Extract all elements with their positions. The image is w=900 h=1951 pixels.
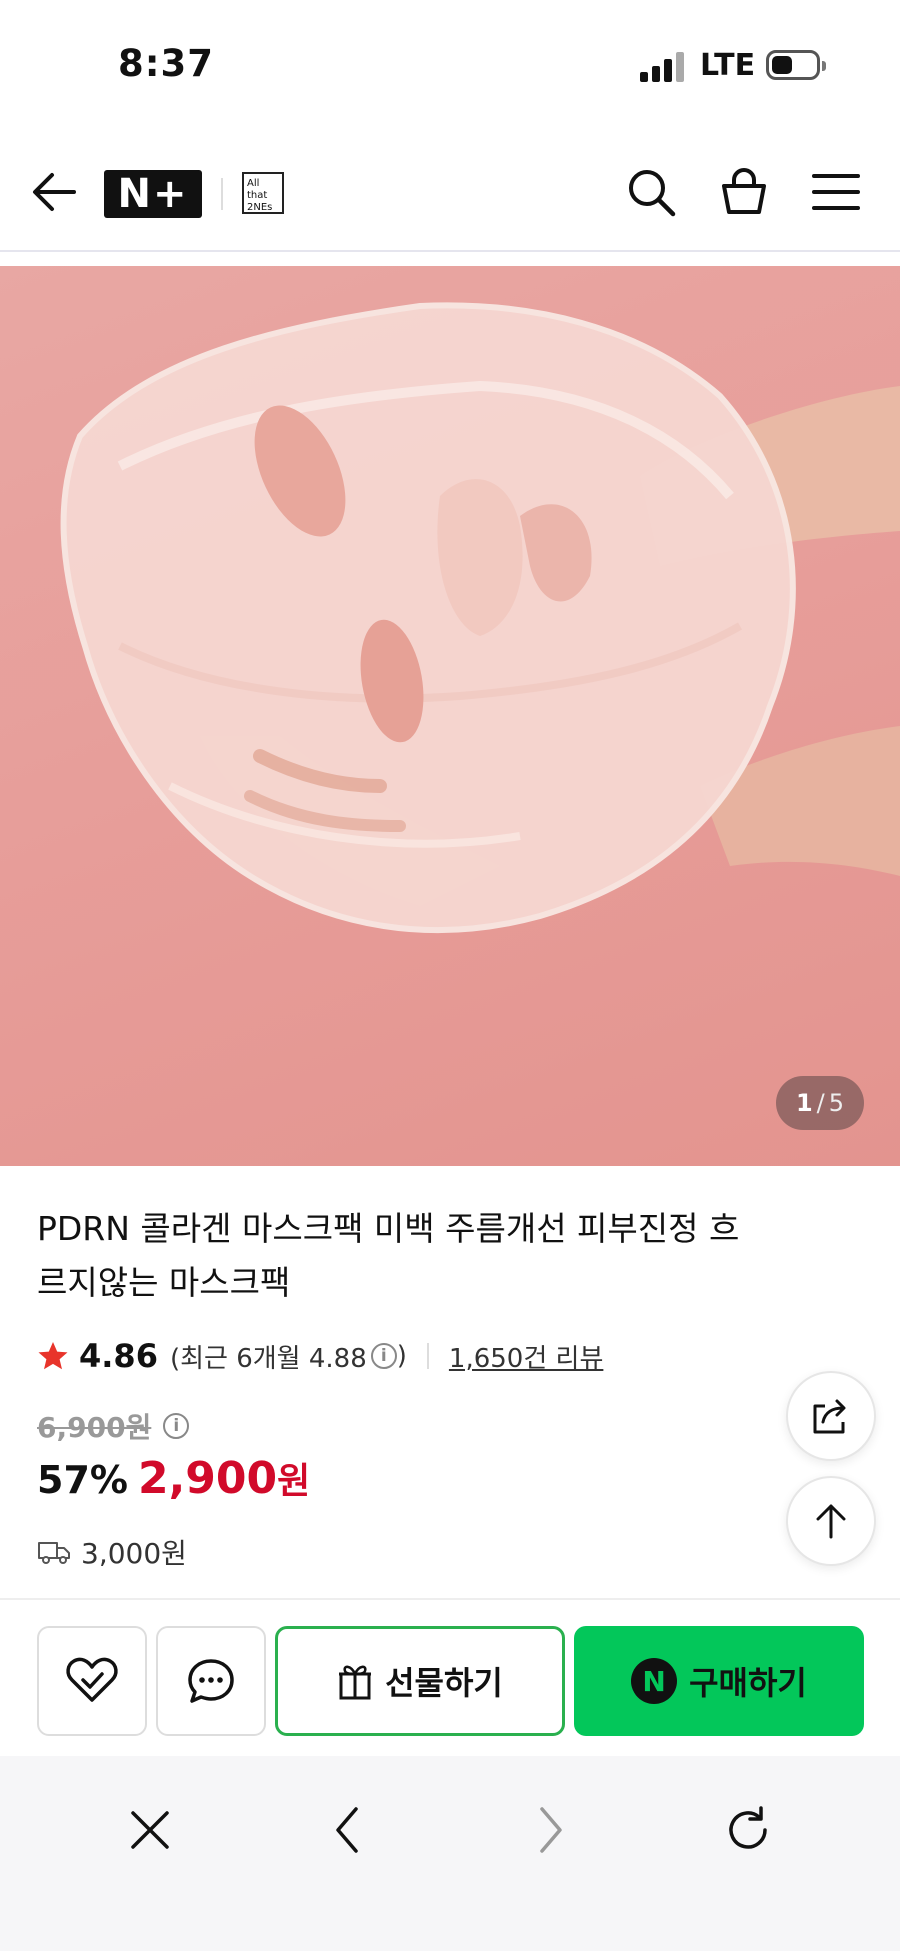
product-image — [60, 302, 900, 934]
sale-price-row: 57% 2,900 원 — [37, 1452, 310, 1504]
product-image-carousel[interactable] — [0, 266, 900, 1166]
chat-bubble-icon — [188, 1659, 234, 1703]
pager-current: 1 — [795, 1089, 813, 1117]
wishlist-button[interactable] — [37, 1626, 147, 1736]
review-count-link[interactable]: 1,650건 리뷰 — [449, 1338, 603, 1375]
rating-row: 4.86 (최근 6개월 4.88 i ) 1,650건 리뷰 — [37, 1336, 603, 1376]
recent-rating-close: ) — [396, 1341, 407, 1371]
chevron-left-icon — [336, 1807, 358, 1853]
truck-icon — [38, 1542, 70, 1564]
shipping-fee: 3,000원 — [81, 1537, 187, 1570]
naver-plus-logo[interactable]: N+ — [104, 170, 202, 218]
pager-total: 5 — [828, 1089, 845, 1117]
browser-toolbar — [0, 1756, 900, 1951]
image-pager: 1 / 5 — [776, 1076, 864, 1130]
reload-icon — [729, 1806, 767, 1849]
search-icon — [629, 170, 676, 217]
price-info-icon[interactable]: i — [163, 1413, 190, 1439]
sale-price: 2,900 — [137, 1453, 278, 1504]
share-icon — [813, 1399, 846, 1434]
recent-rating: (최근 6개월 4.88 — [169, 1343, 367, 1374]
app-header: N+ All that 2NEs — [0, 130, 900, 252]
info-icon[interactable]: i — [370, 1343, 397, 1369]
browser-back-button[interactable] — [318, 1800, 378, 1860]
discount-rate: 57% — [37, 1458, 128, 1502]
talk-button[interactable] — [156, 1626, 266, 1736]
shopping-bag-icon — [722, 168, 766, 214]
buy-button-label: 구매하기 — [689, 1664, 807, 1702]
purchase-action-bar: 선물하기 N 구매하기 — [0, 1598, 900, 1756]
back-button[interactable] — [30, 170, 80, 214]
search-button[interactable] — [625, 166, 677, 218]
price-unit: 원 — [277, 1461, 311, 1502]
product-title: PDRN 콜라겐 마스크팩 미백 주름개선 피부진정 흐르지않는 마스크팩 — [37, 1209, 740, 1302]
reload-button[interactable] — [718, 1800, 778, 1860]
chevron-right-icon — [540, 1807, 562, 1853]
shipping-row: 3,000원 — [37, 1532, 187, 1572]
arrow-left-icon — [33, 173, 76, 211]
pager-separator: / — [816, 1089, 825, 1117]
header-divider — [221, 178, 223, 210]
scroll-top-button[interactable] — [786, 1476, 876, 1566]
gift-button-label: 선물하기 — [385, 1664, 503, 1702]
network-type: LTE — [700, 48, 756, 83]
close-icon — [131, 1811, 169, 1849]
store-logo-line2: 2NEs — [247, 202, 273, 213]
rating-divider — [426, 1343, 429, 1369]
buy-button[interactable]: N 구매하기 — [574, 1626, 864, 1736]
hamburger-menu-icon — [812, 174, 860, 210]
naver-pay-badge: N — [631, 1658, 678, 1704]
gift-button[interactable]: 선물하기 — [275, 1626, 565, 1736]
arrow-up-icon — [816, 1504, 846, 1539]
status-time: 8:37 — [118, 42, 215, 85]
battery-icon — [766, 50, 826, 80]
signal-icon — [640, 52, 684, 82]
star-icon — [38, 1342, 68, 1370]
store-logo-line1: All that — [247, 178, 268, 201]
store-logo[interactable]: All that 2NEs — [242, 172, 284, 214]
original-price-row: 6,900원 i — [37, 1406, 190, 1446]
original-price: 6,900원 — [37, 1411, 152, 1444]
close-button[interactable] — [120, 1800, 180, 1860]
cart-button[interactable] — [718, 166, 770, 218]
share-button[interactable] — [786, 1371, 876, 1461]
heart-check-icon — [66, 1657, 118, 1702]
browser-forward-button[interactable] — [520, 1800, 580, 1860]
gift-icon — [339, 1665, 372, 1700]
status-bar: 8:37 LTE — [0, 0, 900, 130]
menu-button[interactable] — [810, 166, 862, 218]
rating-score: 4.86 — [79, 1337, 158, 1375]
